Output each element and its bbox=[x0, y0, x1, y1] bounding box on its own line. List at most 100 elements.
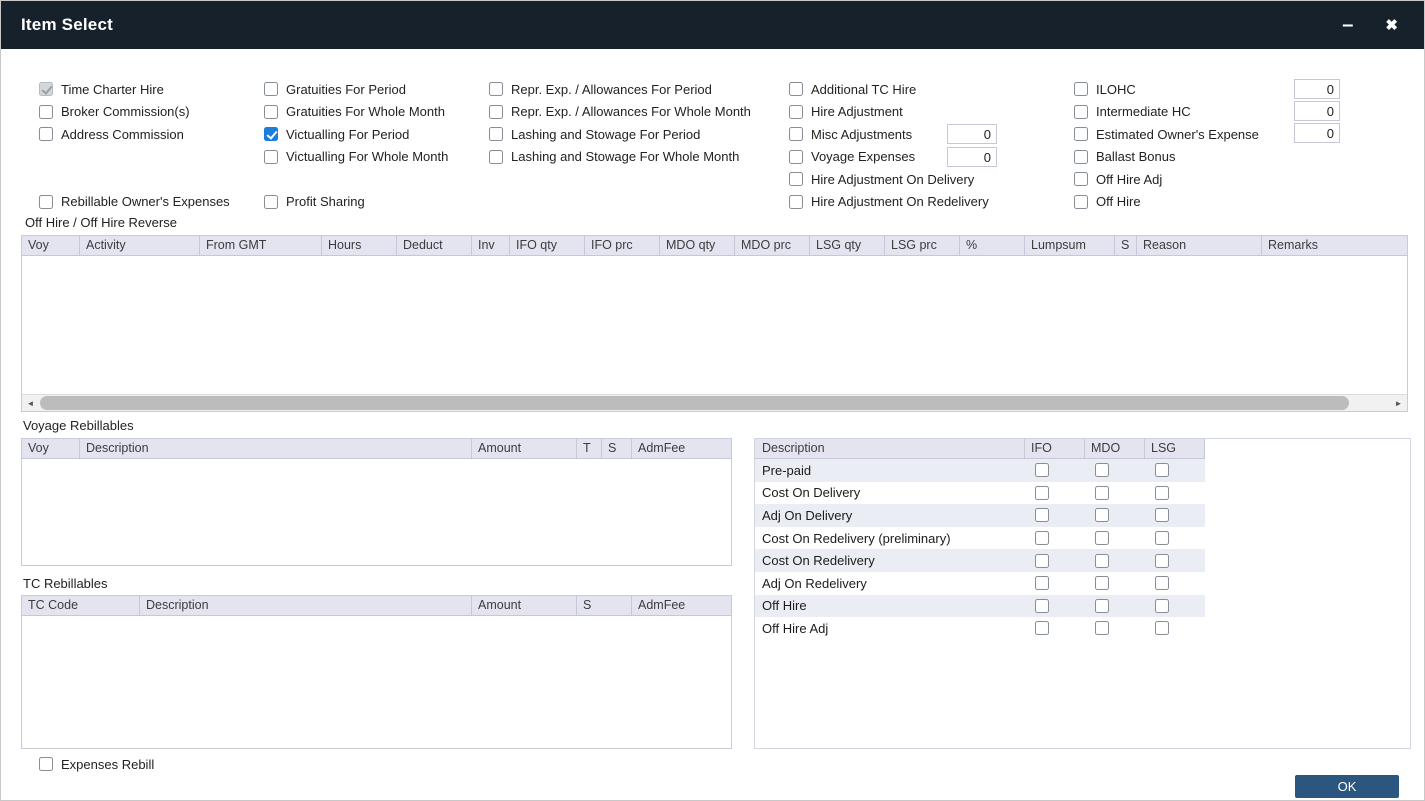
cost-on-delivery-ifo-checkbox[interactable] bbox=[1035, 486, 1049, 500]
checkbox-column-1: Time Charter Hire Broker Commission(s) A… bbox=[39, 78, 230, 213]
checkbox-additional-tc-hire[interactable]: Additional TC Hire bbox=[789, 78, 989, 101]
checkbox-off-hire-adj[interactable]: Off Hire Adj bbox=[1074, 168, 1259, 191]
cost-row-label: Cost On Delivery bbox=[755, 485, 1025, 500]
checkbox-label: Misc Adjustments bbox=[811, 127, 912, 142]
scrollbar-thumb[interactable] bbox=[40, 396, 1349, 410]
checkbox-repr-exp-allowances-for-whole-month[interactable]: Repr. Exp. / Allowances For Whole Month bbox=[489, 101, 751, 124]
horizontal-scrollbar[interactable]: ◄ ► bbox=[22, 394, 1407, 411]
checkbox-victualling-for-whole-month[interactable]: Victualling For Whole Month bbox=[264, 146, 448, 169]
intermediate-hc-input[interactable] bbox=[1294, 101, 1340, 121]
off-hire-lsg-checkbox[interactable] bbox=[1155, 599, 1169, 613]
cost-row-label: Cost On Redelivery bbox=[755, 553, 1025, 568]
lashing-and-stowage-for-period-checkbox[interactable] bbox=[489, 127, 503, 141]
checkbox-off-hire[interactable]: Off Hire bbox=[1074, 191, 1259, 214]
off-hire-mdo-checkbox[interactable] bbox=[1095, 599, 1109, 613]
time-charter-hire-checkbox[interactable] bbox=[39, 82, 53, 96]
checkbox-profit-sharing[interactable]: Profit Sharing bbox=[264, 191, 448, 214]
hire-adjustment-checkbox[interactable] bbox=[789, 105, 803, 119]
cost-on-redelivery-mdo-checkbox[interactable] bbox=[1095, 554, 1109, 568]
adj-on-delivery-mdo-checkbox[interactable] bbox=[1095, 508, 1109, 522]
close-icon[interactable]: ✖ bbox=[1385, 18, 1398, 33]
dialog-title: Item Select bbox=[21, 15, 113, 35]
off-hire-adj-mdo-checkbox[interactable] bbox=[1095, 621, 1109, 635]
cost-on-delivery-lsg-checkbox[interactable] bbox=[1155, 486, 1169, 500]
cost-on-delivery-mdo-checkbox[interactable] bbox=[1095, 486, 1109, 500]
checkbox-gratuities-for-whole-month[interactable]: Gratuities For Whole Month bbox=[264, 101, 448, 124]
checkbox-victualling-for-period[interactable]: Victualling For Period bbox=[264, 123, 448, 146]
off-hire-adj-checkbox[interactable] bbox=[1074, 172, 1088, 186]
broker-commissions-checkbox[interactable] bbox=[39, 105, 53, 119]
misc-adjustments-checkbox[interactable] bbox=[789, 127, 803, 141]
pre-paid-ifo-checkbox[interactable] bbox=[1035, 463, 1049, 477]
checkbox-repr-exp-allowances-for-period[interactable]: Repr. Exp. / Allowances For Period bbox=[489, 78, 751, 101]
checkbox-hire-adjustment-on-delivery[interactable]: Hire Adjustment On Delivery bbox=[789, 168, 989, 191]
victualling-for-period-checkbox[interactable] bbox=[264, 127, 278, 141]
scroll-left-arrow-icon[interactable]: ◄ bbox=[22, 395, 39, 411]
cost-on-redelivery-preliminary-lsg-checkbox[interactable] bbox=[1155, 531, 1169, 545]
checkbox-estimated-owners-expense[interactable]: Estimated Owner's Expense bbox=[1074, 123, 1259, 146]
checkbox-ilohc[interactable]: ILOHC bbox=[1074, 78, 1259, 101]
rebillable-owners-expenses-checkbox[interactable] bbox=[39, 195, 53, 209]
checkbox-ballast-bonus[interactable]: Ballast Bonus bbox=[1074, 146, 1259, 169]
column-header-inv: Inv bbox=[472, 236, 510, 255]
off-hire-adj-lsg-checkbox[interactable] bbox=[1155, 621, 1169, 635]
ballast-bonus-checkbox[interactable] bbox=[1074, 150, 1088, 164]
repr-exp-allowances-for-period-checkbox[interactable] bbox=[489, 82, 503, 96]
adj-on-redelivery-ifo-checkbox[interactable] bbox=[1035, 576, 1049, 590]
repr-exp-allowances-for-whole-month-checkbox[interactable] bbox=[489, 105, 503, 119]
hire-adjustment-on-delivery-checkbox[interactable] bbox=[789, 172, 803, 186]
checkbox-hire-adjustment[interactable]: Hire Adjustment bbox=[789, 101, 989, 124]
checkbox-rebillable-owners-expenses[interactable]: Rebillable Owner's Expenses bbox=[39, 191, 230, 214]
checkbox-gratuities-for-period[interactable]: Gratuities For Period bbox=[264, 78, 448, 101]
cost-on-redelivery-lsg-checkbox[interactable] bbox=[1155, 554, 1169, 568]
gratuities-for-whole-month-checkbox[interactable] bbox=[264, 105, 278, 119]
checkbox-time-charter-hire[interactable]: Time Charter Hire bbox=[39, 78, 230, 101]
address-commission-checkbox[interactable] bbox=[39, 127, 53, 141]
checkbox-lashing-and-stowage-for-period[interactable]: Lashing and Stowage For Period bbox=[489, 123, 751, 146]
voyage-expenses-checkbox[interactable] bbox=[789, 150, 803, 164]
ilohc-input[interactable] bbox=[1294, 79, 1340, 99]
checkbox-expenses-rebill[interactable]: Expenses Rebill bbox=[39, 753, 154, 776]
cost-on-redelivery-ifo-checkbox[interactable] bbox=[1035, 554, 1049, 568]
off-hire-adj-ifo-checkbox[interactable] bbox=[1035, 621, 1049, 635]
intermediate-hc-checkbox[interactable] bbox=[1074, 105, 1088, 119]
misc-adjustments-input[interactable] bbox=[947, 124, 997, 144]
checkbox-intermediate-hc[interactable]: Intermediate HC bbox=[1074, 101, 1259, 124]
estimated-owners-expense-input[interactable] bbox=[1294, 123, 1340, 143]
pre-paid-mdo-checkbox[interactable] bbox=[1095, 463, 1109, 477]
column-header-percent: % bbox=[960, 236, 1025, 255]
cost-table-header: Description IFO MDO LSG bbox=[755, 439, 1205, 459]
column-header-admfee: AdmFee bbox=[632, 439, 731, 458]
ilohc-checkbox[interactable] bbox=[1074, 82, 1088, 96]
cost-on-redelivery-preliminary-ifo-checkbox[interactable] bbox=[1035, 531, 1049, 545]
adj-on-redelivery-lsg-checkbox[interactable] bbox=[1155, 576, 1169, 590]
adj-on-delivery-ifo-checkbox[interactable] bbox=[1035, 508, 1049, 522]
adj-on-redelivery-mdo-checkbox[interactable] bbox=[1095, 576, 1109, 590]
ok-button[interactable]: OK bbox=[1295, 775, 1399, 798]
column-header-deduct: Deduct bbox=[397, 236, 472, 255]
estimated-owners-expense-checkbox[interactable] bbox=[1074, 127, 1088, 141]
minimize-icon[interactable]: – bbox=[1342, 15, 1353, 35]
expenses-rebill-checkbox[interactable] bbox=[39, 757, 53, 771]
scroll-right-arrow-icon[interactable]: ► bbox=[1390, 395, 1407, 411]
cost-on-redelivery-preliminary-mdo-checkbox[interactable] bbox=[1095, 531, 1109, 545]
off-hire-checkbox[interactable] bbox=[1074, 195, 1088, 209]
checkbox-lashing-and-stowage-for-whole-month[interactable]: Lashing and Stowage For Whole Month bbox=[489, 146, 751, 169]
checkbox-hire-adjustment-on-redelivery[interactable]: Hire Adjustment On Redelivery bbox=[789, 191, 989, 214]
gratuities-for-period-checkbox[interactable] bbox=[264, 82, 278, 96]
column-header-amount: Amount bbox=[472, 596, 577, 615]
profit-sharing-checkbox[interactable] bbox=[264, 195, 278, 209]
off-hire-ifo-checkbox[interactable] bbox=[1035, 599, 1049, 613]
additional-tc-hire-checkbox[interactable] bbox=[789, 82, 803, 96]
victualling-for-whole-month-checkbox[interactable] bbox=[264, 150, 278, 164]
hire-adjustment-on-redelivery-checkbox[interactable] bbox=[789, 195, 803, 209]
adj-on-delivery-lsg-checkbox[interactable] bbox=[1155, 508, 1169, 522]
checkbox-broker-commissions[interactable]: Broker Commission(s) bbox=[39, 101, 230, 124]
table-row-adj-on-delivery: Adj On Delivery bbox=[755, 504, 1205, 527]
pre-paid-lsg-checkbox[interactable] bbox=[1155, 463, 1169, 477]
column-header-lsg-prc: LSG prc bbox=[885, 236, 960, 255]
lashing-and-stowage-for-whole-month-checkbox[interactable] bbox=[489, 150, 503, 164]
voyage-expenses-input[interactable] bbox=[947, 147, 997, 167]
checkbox-label: Time Charter Hire bbox=[61, 82, 164, 97]
checkbox-address-commission[interactable]: Address Commission bbox=[39, 123, 230, 146]
